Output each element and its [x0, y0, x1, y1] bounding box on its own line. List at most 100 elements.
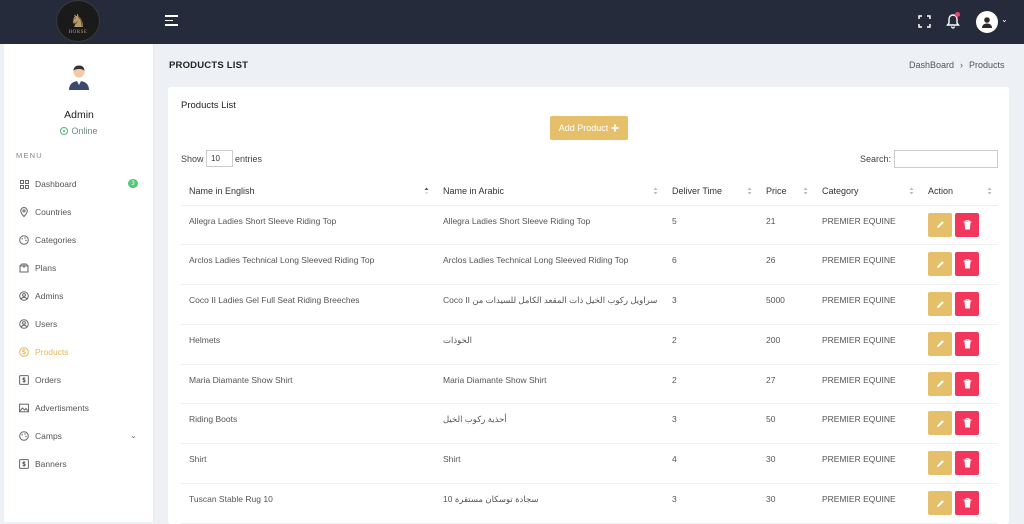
breadcrumb-current: Products	[969, 60, 1005, 70]
trash-icon	[963, 378, 971, 389]
cell-deliver-time: 5	[664, 205, 758, 246]
card-title: Products List	[181, 100, 236, 111]
search-input[interactable]	[894, 150, 998, 168]
cell-price: 200	[758, 324, 814, 365]
fullscreen-icon[interactable]	[918, 15, 931, 28]
sidebar-item-plans[interactable]: Plans	[4, 254, 154, 282]
sidebar-item-dashboard[interactable]: Dashboard 3	[4, 170, 154, 198]
sidebar-item-users[interactable]: Users	[4, 310, 154, 338]
sidebar-item-label: Products	[35, 347, 69, 357]
sidebar-item-camps[interactable]: Camps ⌄	[4, 422, 154, 450]
sidebar-item-label: Countries	[35, 207, 72, 217]
sidebar-item-banners[interactable]: Banners	[4, 450, 154, 478]
cell-actions	[920, 324, 998, 365]
sidebar-menu: Dashboard 3 Countries Categories Plans A…	[4, 170, 154, 478]
edit-button[interactable]	[928, 491, 952, 516]
col-deliver-time[interactable]: Deliver Time	[664, 178, 758, 206]
delete-button[interactable]	[955, 292, 979, 317]
sidebar-item-advertisments[interactable]: Advertisments	[4, 394, 154, 422]
sidebar-item-label: Advertisments	[35, 403, 89, 413]
sidebar-item-label: Users	[35, 319, 58, 329]
sidebar-item-label: Admins	[35, 291, 64, 301]
cell-deliver-time: 3	[664, 483, 758, 524]
chevron-down-icon[interactable]: ⌄	[1001, 15, 1008, 24]
box-icon	[19, 263, 29, 273]
edit-button[interactable]	[928, 212, 952, 237]
cell-actions	[920, 284, 998, 325]
sidebar-item-countries[interactable]: Countries	[4, 198, 154, 226]
add-product-label: Add Product	[558, 123, 609, 133]
cell-name-english: Helmets	[181, 324, 435, 365]
col-category[interactable]: Category	[814, 178, 920, 206]
delete-button[interactable]	[955, 331, 979, 356]
delete-button[interactable]	[955, 491, 979, 516]
table-row: Helmets الخوذات 2 200 PREMIER EQUINE	[181, 324, 998, 365]
cell-category: PREMIER EQUINE	[814, 244, 920, 286]
online-status-icon	[60, 127, 69, 135]
trash-icon	[963, 219, 971, 229]
user-avatar[interactable]	[976, 11, 998, 33]
delete-button[interactable]	[955, 371, 979, 396]
sidebar-item-label: Plans	[35, 263, 57, 273]
table-row: Arclos Ladies Technical Long Sleeved Rid…	[181, 244, 998, 286]
edit-button[interactable]	[928, 331, 952, 356]
cell-category: PREMIER EQUINE	[814, 443, 920, 485]
dollar-square-icon	[19, 459, 29, 469]
dashboard-count-badge: 3	[128, 179, 138, 188]
cell-deliver-time: 2	[664, 324, 758, 365]
cell-name-arabic: Shirt	[435, 443, 664, 485]
sidebar-item-products[interactable]: Products	[4, 338, 154, 366]
delete-button[interactable]	[955, 252, 979, 277]
coin-icon	[19, 347, 29, 357]
cell-actions	[920, 205, 998, 246]
col-name-english[interactable]: Name in English	[181, 178, 435, 206]
edit-button[interactable]	[928, 451, 952, 476]
notification-dot	[955, 12, 960, 17]
sort-icon	[909, 187, 914, 195]
add-product-button[interactable]: Add Product	[550, 116, 628, 140]
sidebar-item-orders[interactable]: Orders	[4, 366, 154, 394]
cell-actions	[920, 483, 998, 524]
chevron-down-icon[interactable]: ⌄	[130, 431, 137, 440]
cell-price: 21	[758, 205, 814, 246]
admin-profile-icon	[69, 65, 89, 90]
brand-logo[interactable]: ♞ HORSE	[56, 0, 100, 42]
breadcrumb-dashboard-link[interactable]: DashBoard	[909, 60, 954, 70]
col-action[interactable]: Action	[920, 178, 998, 206]
pencil-icon	[936, 459, 944, 467]
sidebar-item-label: Categories	[35, 235, 77, 245]
image-icon	[19, 403, 29, 413]
cell-price: 27	[758, 364, 814, 405]
col-name-arabic[interactable]: Name in Arabic	[435, 178, 664, 206]
trash-icon	[963, 259, 971, 269]
edit-button[interactable]	[928, 411, 952, 436]
delete-button[interactable]	[955, 212, 979, 237]
sort-icon	[747, 187, 752, 195]
cell-name-english: Arclos Ladies Technical Long Sleeved Rid…	[181, 244, 435, 286]
entries-label: entries	[235, 154, 263, 164]
edit-button[interactable]	[928, 252, 952, 277]
delete-button[interactable]	[955, 451, 979, 476]
cell-name-english: Maria Diamante Show Shirt	[181, 364, 435, 405]
delete-button[interactable]	[955, 411, 979, 436]
sidebar-item-admins[interactable]: Admins	[4, 282, 154, 310]
pencil-icon	[936, 340, 944, 348]
cell-name-english: Shirt	[181, 443, 435, 485]
edit-button[interactable]	[928, 292, 952, 317]
sidebar-item-label: Camps	[35, 431, 62, 441]
col-price[interactable]: Price	[758, 178, 814, 206]
cell-deliver-time: 3	[664, 284, 758, 325]
sort-icon	[987, 187, 992, 195]
edit-button[interactable]	[928, 371, 952, 396]
horse-logo-icon: ♞	[69, 10, 87, 31]
table-row: Tuscan Stable Rug 10 سجادة توسكان مستقرة…	[181, 483, 998, 524]
cell-price: 5000	[758, 284, 814, 325]
search-label: Search:	[860, 154, 892, 164]
entries-select[interactable]: 10	[206, 150, 233, 167]
cell-price: 50	[758, 403, 814, 445]
sidebar: Admin Online MENU Dashboard 3 Countries …	[4, 44, 154, 522]
trash-icon	[963, 299, 971, 309]
table-row: Riding Boots أحذية ركوب الخيل 3 50 PREMI…	[181, 403, 998, 445]
sidebar-item-categories[interactable]: Categories	[4, 226, 154, 254]
menu-toggle-icon[interactable]	[165, 15, 178, 27]
